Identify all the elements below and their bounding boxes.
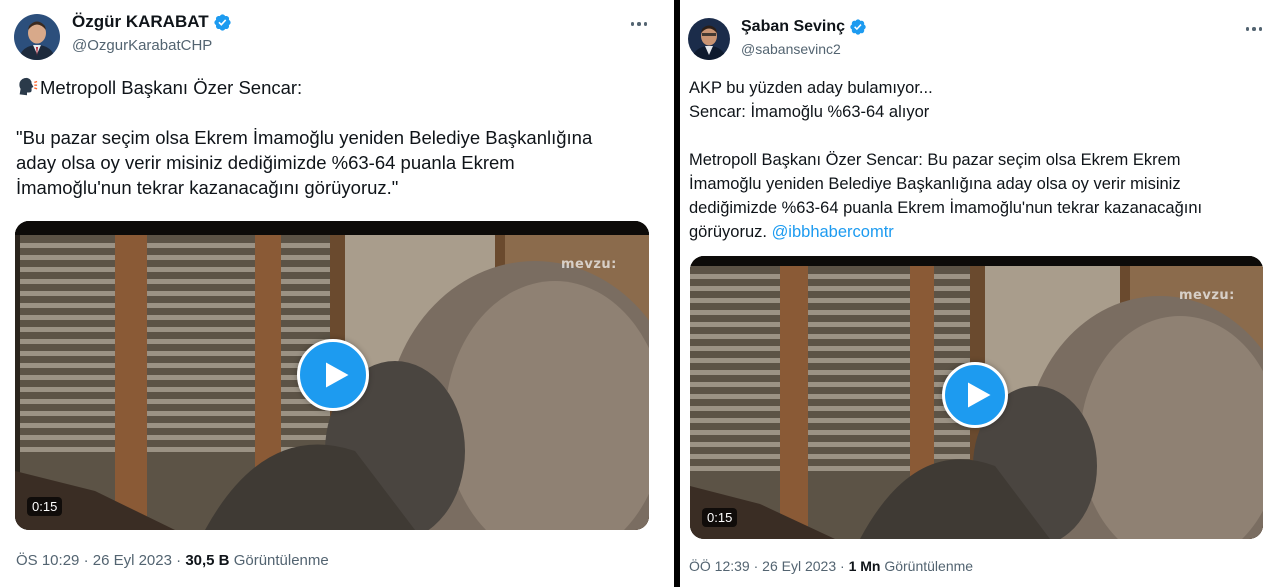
tweet-line: görüyoruz. xyxy=(689,223,767,241)
tweet-text: Metropoll Başkanı Özer Sencar: "Bu pazar… xyxy=(16,75,592,200)
tweet-meta: ÖÖ 12:39 · 26 Eyl 2023 · 1 Mn Görüntülen… xyxy=(689,558,974,574)
views-count: 30,5 B xyxy=(185,552,230,569)
video-duration: 0:15 xyxy=(27,497,63,516)
avatar[interactable] xyxy=(688,18,730,60)
tweet-line: "Bu pazar seçim olsa Ekrem İmamoğlu yeni… xyxy=(16,127,593,148)
tweet-meta: ÖS 10:29 · 26 Eyl 2023 · 30,5 B Görüntül… xyxy=(16,552,329,569)
play-icon[interactable] xyxy=(942,362,1008,428)
author-handle[interactable]: @sabansevinc2 xyxy=(741,41,841,57)
views-label: Görüntülenme xyxy=(884,558,974,574)
more-options-icon[interactable] xyxy=(1242,19,1266,39)
avatar[interactable] xyxy=(14,14,60,60)
tweet-card-left: Özgür KARABAT @OzgurKarabatCHP Metropoll… xyxy=(0,0,674,587)
video-watermark: mevzu: xyxy=(1179,288,1235,303)
speaking-head-icon xyxy=(16,76,38,98)
video-duration: 0:15 xyxy=(702,508,738,527)
tweet-line: Metropoll Başkanı Özer Sencar: xyxy=(40,77,303,98)
verified-badge-icon xyxy=(849,18,867,36)
author-handle[interactable]: @OzgurKarabatCHP xyxy=(72,37,212,54)
tweet-line: AKP bu yüzden aday bulamıyor... xyxy=(689,79,933,97)
verified-badge-icon xyxy=(213,13,232,32)
tweet-time[interactable]: ÖÖ 12:39 xyxy=(689,558,750,574)
tweet-card-right: Şaban Sevinç @sabansevinc2 AKP bu yüzden… xyxy=(680,0,1280,587)
tweet-line: Metropoll Başkanı Özer Sencar: Bu pazar … xyxy=(689,151,1181,169)
tweet-line: dediğimizde %63-64 puanla Ekrem İmamoğlu… xyxy=(689,199,1203,217)
views-label: Görüntülenme xyxy=(233,552,329,569)
tweet-line: Sencar: İmamoğlu %63-64 alıyor xyxy=(689,103,930,121)
more-options-icon[interactable] xyxy=(627,14,651,34)
views-count: 1 Mn xyxy=(848,558,881,574)
tweet-line: aday olsa oy verir misiniz dediğimizde %… xyxy=(16,152,515,173)
tweet-text: AKP bu yüzden aday bulamıyor... Sencar: … xyxy=(689,76,1202,244)
tweet-date[interactable]: 26 Eyl 2023 xyxy=(93,552,172,569)
author-name[interactable]: Şaban Sevinç xyxy=(741,18,845,36)
author-name[interactable]: Özgür KARABAT xyxy=(72,12,209,32)
tweet-line: İmamoğlu yeniden Belediye Başkanlığına a… xyxy=(689,175,1181,193)
tweet-line: İmamoğlu'nun tekrar kazanacağını görüyor… xyxy=(16,177,399,198)
tweet-date[interactable]: 26 Eyl 2023 xyxy=(762,558,836,574)
tweet-time[interactable]: ÖS 10:29 xyxy=(16,552,79,569)
video-watermark: mevzu: xyxy=(561,257,617,272)
video-player[interactable]: mevzu: 0:15 xyxy=(690,256,1263,539)
play-icon[interactable] xyxy=(297,339,369,411)
video-player[interactable]: mevzu: 0:15 xyxy=(15,221,649,530)
mention-link[interactable]: @ibbhabercomtr xyxy=(772,223,894,241)
